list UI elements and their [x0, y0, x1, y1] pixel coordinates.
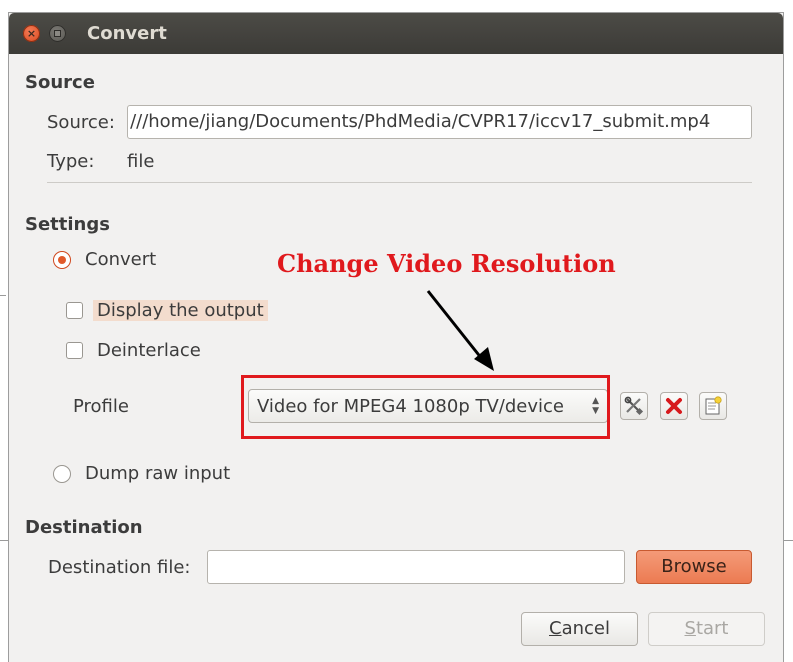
new-profile-button[interactable]	[699, 392, 727, 420]
new-document-icon	[705, 396, 722, 415]
display-output-label[interactable]: Display the output	[93, 300, 268, 321]
source-input-value: :///home/jiang/Documents/PhdMedia/CVPR17…	[127, 111, 711, 132]
annotation-text: Change Video Resolution	[277, 249, 616, 278]
cancel-rest: ancel	[561, 618, 610, 639]
tools-icon	[624, 396, 644, 416]
start-rest: tart	[695, 618, 729, 639]
cancel-button[interactable]: Cancel	[521, 612, 638, 646]
deinterlace-label[interactable]: Deinterlace	[97, 340, 201, 361]
browse-button-label: Browse	[661, 556, 727, 577]
dump-raw-radio[interactable]	[53, 465, 71, 483]
source-section-title: Source	[25, 72, 95, 93]
annotation-arrow-icon	[426, 290, 494, 371]
type-label: Type:	[47, 151, 95, 172]
background-line	[0, 295, 6, 296]
window-title: Convert	[87, 23, 167, 44]
annotation-highlight-box	[241, 375, 610, 439]
title-bar: × Convert	[9, 13, 783, 54]
start-mnemonic: S	[684, 618, 696, 639]
source-separator	[47, 182, 752, 183]
convert-radio-label[interactable]: Convert	[85, 249, 156, 270]
maximize-window-icon[interactable]	[49, 25, 66, 42]
close-window-icon[interactable]: ×	[23, 25, 40, 42]
edit-profile-button[interactable]	[620, 392, 648, 420]
destination-file-label: Destination file:	[48, 557, 191, 578]
start-button[interactable]: Start	[648, 612, 765, 646]
background-line	[784, 540, 793, 541]
delete-icon	[666, 398, 682, 414]
deinterlace-checkbox[interactable]	[66, 342, 83, 359]
settings-section-title: Settings	[25, 214, 110, 235]
source-label: Source:	[47, 112, 115, 133]
cancel-mnemonic: C	[549, 618, 562, 639]
profile-label: Profile	[73, 396, 129, 417]
convert-radio[interactable]	[53, 251, 71, 269]
destination-file-input[interactable]	[207, 550, 625, 584]
destination-section-title: Destination	[25, 517, 143, 538]
background-line	[0, 540, 8, 541]
type-value: file	[127, 151, 155, 172]
display-output-checkbox[interactable]	[66, 302, 83, 319]
browse-button[interactable]: Browse	[636, 550, 752, 584]
dump-raw-label[interactable]: Dump raw input	[85, 463, 230, 484]
source-input[interactable]: :///home/jiang/Documents/PhdMedia/CVPR17…	[127, 105, 752, 139]
delete-profile-button[interactable]	[660, 392, 688, 420]
